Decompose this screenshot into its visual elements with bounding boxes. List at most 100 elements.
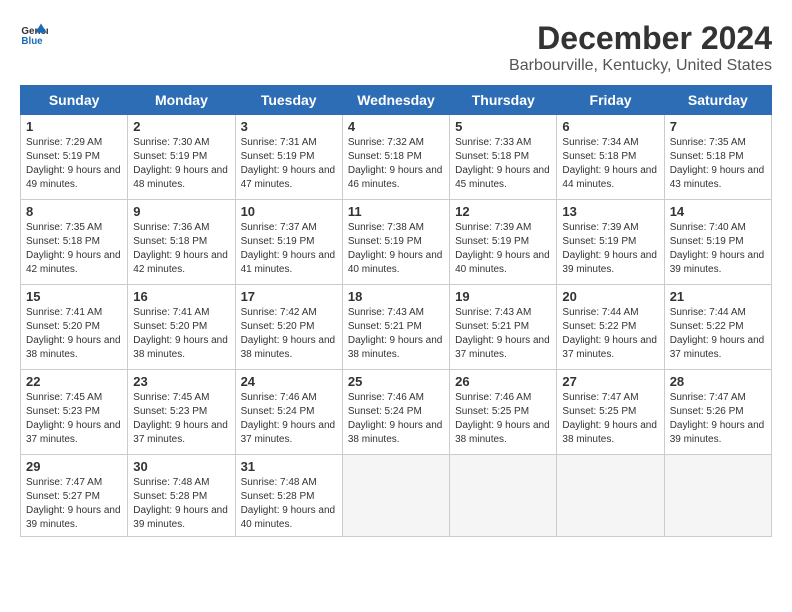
calendar-day: 27 Sunrise: 7:47 AMSunset: 5:25 PMDayligh… <box>557 370 664 455</box>
day-number: 27 <box>562 374 658 389</box>
calendar-day: 18Sunrise: 7:43 AMSunset: 5:21 PMDayligh… <box>342 285 449 370</box>
day-number: 13 <box>562 204 658 219</box>
day-number: 15 <box>26 289 122 304</box>
calendar-week-row: 15 Sunrise: 7:41 AMSunset: 5:20 PMDayligh… <box>21 285 772 370</box>
calendar-day: 19 Sunrise: 7:43 AMSunset: 5:21 PMDayligh… <box>450 285 557 370</box>
day-number: 6 <box>562 119 658 134</box>
day-number: 16 <box>133 289 229 304</box>
day-number: 18 <box>348 289 444 304</box>
logo-icon: General Blue <box>20 20 48 48</box>
calendar-day: 26 Sunrise: 7:46 AMSunset: 5:25 PMDayligh… <box>450 370 557 455</box>
day-info: Sunrise: 7:37 AMSunset: 5:19 PMDaylight:… <box>241 221 337 277</box>
calendar-day: 31 Sunrise: 7:48 AMSunset: 5:28 PMDayligh… <box>235 455 342 537</box>
day-info: Sunrise: 7:30 AMSunset: 5:19 PMDaylight:… <box>133 136 229 192</box>
calendar-day <box>450 455 557 537</box>
day-info: Sunrise: 7:44 AMSunset: 5:22 PMDaylight:… <box>670 306 766 362</box>
calendar-header-friday: Friday <box>557 86 664 115</box>
calendar-day: 23Sunrise: 7:45 AMSunset: 5:23 PMDayligh… <box>128 370 235 455</box>
calendar-day: 25Sunrise: 7:46 AMSunset: 5:24 PMDayligh… <box>342 370 449 455</box>
day-info: Sunrise: 7:42 AMSunset: 5:20 PMDaylight:… <box>241 306 337 362</box>
day-info: Sunrise: 7:41 AMSunset: 5:20 PMDaylight:… <box>26 306 122 362</box>
calendar-day: 15 Sunrise: 7:41 AMSunset: 5:20 PMDayligh… <box>21 285 128 370</box>
day-number: 3 <box>241 119 337 134</box>
title-area: December 2024 Barbourville, Kentucky, Un… <box>509 20 772 75</box>
day-info: Sunrise: 7:31 AMSunset: 5:19 PMDaylight:… <box>241 136 337 192</box>
calendar-day: 30 Sunrise: 7:48 AMSunset: 5:28 PMDayligh… <box>128 455 235 537</box>
day-number: 5 <box>455 119 551 134</box>
calendar-week-row: 8 Sunrise: 7:35 AMSunset: 5:18 PMDaylight… <box>21 200 772 285</box>
day-info: Sunrise: 7:35 AMSunset: 5:18 PMDaylight:… <box>26 221 122 277</box>
day-info: Sunrise: 7:39 AMSunset: 5:19 PMDaylight:… <box>455 221 551 277</box>
calendar-header-sunday: Sunday <box>21 86 128 115</box>
day-number: 29 <box>26 459 122 474</box>
calendar-day: 8 Sunrise: 7:35 AMSunset: 5:18 PMDaylight… <box>21 200 128 285</box>
day-number: 31 <box>241 459 337 474</box>
day-info: Sunrise: 7:44 AMSunset: 5:22 PMDaylight:… <box>562 306 658 362</box>
calendar-day: 12Sunrise: 7:39 AMSunset: 5:19 PMDayligh… <box>450 200 557 285</box>
calendar-day: 5 Sunrise: 7:33 AMSunset: 5:18 PMDaylight… <box>450 115 557 200</box>
day-info: Sunrise: 7:48 AMSunset: 5:28 PMDaylight:… <box>241 476 337 532</box>
calendar-day: 24 Sunrise: 7:46 AMSunset: 5:24 PMDayligh… <box>235 370 342 455</box>
day-info: Sunrise: 7:32 AMSunset: 5:18 PMDaylight:… <box>348 136 444 192</box>
day-number: 9 <box>133 204 229 219</box>
calendar-day <box>557 455 664 537</box>
calendar-day: 17 Sunrise: 7:42 AMSunset: 5:20 PMDayligh… <box>235 285 342 370</box>
day-number: 17 <box>241 289 337 304</box>
day-info: Sunrise: 7:46 AMSunset: 5:25 PMDaylight:… <box>455 391 551 447</box>
day-info: Sunrise: 7:47 AMSunset: 5:27 PMDaylight:… <box>26 476 122 532</box>
calendar-week-row: 1 Sunrise: 7:29 AMSunset: 5:19 PMDaylight… <box>21 115 772 200</box>
calendar-day <box>342 455 449 537</box>
calendar-day: 22Sunrise: 7:45 AMSunset: 5:23 PMDayligh… <box>21 370 128 455</box>
day-number: 25 <box>348 374 444 389</box>
day-number: 24 <box>241 374 337 389</box>
calendar-day: 7 Sunrise: 7:35 AMSunset: 5:18 PMDaylight… <box>664 115 771 200</box>
calendar-header-row: SundayMondayTuesdayWednesdayThursdayFrid… <box>21 86 772 115</box>
day-number: 20 <box>562 289 658 304</box>
calendar-week-row: 22 Sunrise: 7:45 AMSunset: 5:23 PMDayligh… <box>21 370 772 455</box>
day-info: Sunrise: 7:41 AMSunset: 5:20 PMDaylight:… <box>133 306 229 362</box>
day-number: 4 <box>348 119 444 134</box>
calendar-day: 2Sunrise: 7:30 AMSunset: 5:19 PMDaylight… <box>128 115 235 200</box>
calendar-day <box>664 455 771 537</box>
day-number: 22 <box>26 374 122 389</box>
calendar-day: 10 Sunrise: 7:37 AMSunset: 5:19 PMDayligh… <box>235 200 342 285</box>
day-number: 19 <box>455 289 551 304</box>
calendar-day: 29 Sunrise: 7:47 AMSunset: 5:27 PMDayligh… <box>21 455 128 537</box>
logo: General Blue <box>20 20 48 48</box>
day-number: 1 <box>26 119 122 134</box>
calendar-day: 14Sunrise: 7:40 AMSunset: 5:19 PMDayligh… <box>664 200 771 285</box>
day-number: 10 <box>241 204 337 219</box>
main-title: December 2024 <box>509 20 772 57</box>
day-info: Sunrise: 7:35 AMSunset: 5:18 PMDaylight:… <box>670 136 766 192</box>
calendar-header-wednesday: Wednesday <box>342 86 449 115</box>
calendar-header-tuesday: Tuesday <box>235 86 342 115</box>
day-number: 21 <box>670 289 766 304</box>
calendar-day: 1 Sunrise: 7:29 AMSunset: 5:19 PMDaylight… <box>21 115 128 200</box>
day-info: Sunrise: 7:29 AMSunset: 5:19 PMDaylight:… <box>26 136 122 192</box>
calendar-header-saturday: Saturday <box>664 86 771 115</box>
day-number: 26 <box>455 374 551 389</box>
day-number: 11 <box>348 204 444 219</box>
calendar-header-monday: Monday <box>128 86 235 115</box>
calendar-day: 4 Sunrise: 7:32 AMSunset: 5:18 PMDaylight… <box>342 115 449 200</box>
calendar-day: 20 Sunrise: 7:44 AMSunset: 5:22 PMDayligh… <box>557 285 664 370</box>
day-info: Sunrise: 7:46 AMSunset: 5:24 PMDaylight:… <box>241 391 337 447</box>
day-number: 30 <box>133 459 229 474</box>
day-info: Sunrise: 7:38 AMSunset: 5:19 PMDaylight:… <box>348 221 444 277</box>
day-info: Sunrise: 7:48 AMSunset: 5:28 PMDaylight:… <box>133 476 229 532</box>
day-info: Sunrise: 7:34 AMSunset: 5:18 PMDaylight:… <box>562 136 658 192</box>
day-info: Sunrise: 7:40 AMSunset: 5:19 PMDaylight:… <box>670 221 766 277</box>
day-info: Sunrise: 7:45 AMSunset: 5:23 PMDaylight:… <box>133 391 229 447</box>
calendar-day: 28Sunrise: 7:47 AMSunset: 5:26 PMDayligh… <box>664 370 771 455</box>
day-number: 8 <box>26 204 122 219</box>
day-number: 28 <box>670 374 766 389</box>
day-info: Sunrise: 7:43 AMSunset: 5:21 PMDaylight:… <box>455 306 551 362</box>
calendar-header-thursday: Thursday <box>450 86 557 115</box>
header: General Blue December 2024 Barbourville,… <box>20 20 772 75</box>
calendar-day: 16 Sunrise: 7:41 AMSunset: 5:20 PMDayligh… <box>128 285 235 370</box>
calendar-day: 6 Sunrise: 7:34 AMSunset: 5:18 PMDaylight… <box>557 115 664 200</box>
calendar-table: SundayMondayTuesdayWednesdayThursdayFrid… <box>20 85 772 537</box>
day-info: Sunrise: 7:47 AMSunset: 5:25 PMDaylight:… <box>562 391 658 447</box>
day-info: Sunrise: 7:33 AMSunset: 5:18 PMDaylight:… <box>455 136 551 192</box>
day-number: 7 <box>670 119 766 134</box>
